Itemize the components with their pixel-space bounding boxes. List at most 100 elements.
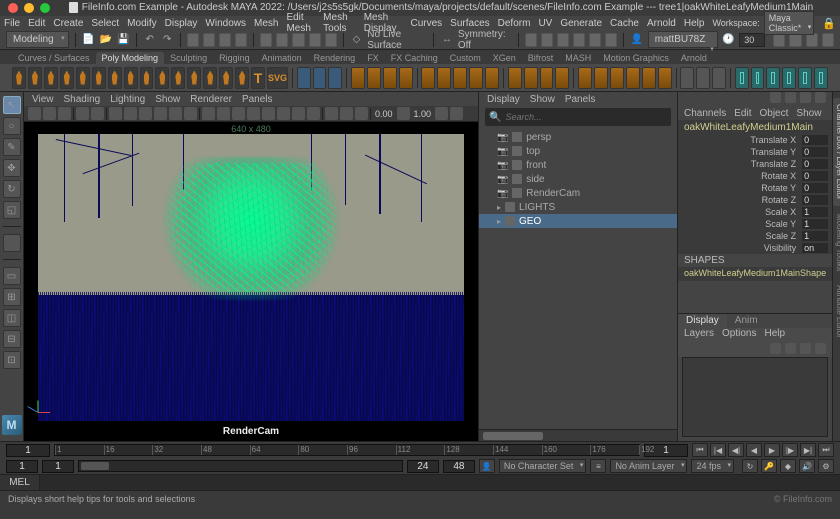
layer-tab-display[interactable]: Display: [678, 314, 727, 328]
poly-cube-icon[interactable]: [28, 67, 42, 89]
channel-node-name[interactable]: oakWhiteLeafyMedium1Main: [678, 120, 832, 134]
channel-attr-rotate-x[interactable]: Rotate X0: [678, 170, 832, 182]
create-poly-icon[interactable]: [313, 67, 327, 89]
vp-shadows-icon[interactable]: [247, 107, 260, 120]
outliner-item-front[interactable]: front: [479, 158, 677, 172]
menu-edit-mesh[interactable]: Edit Mesh: [286, 12, 315, 34]
vtab-attribute-editor[interactable]: Attribute Editor: [833, 279, 840, 344]
maximize-window-button[interactable]: [40, 3, 50, 13]
ch-menu-show[interactable]: Show: [796, 108, 821, 119]
vp-wireframe-icon[interactable]: [202, 107, 215, 120]
poly-disc-icon[interactable]: [108, 67, 122, 89]
vp-bookmarks-icon[interactable]: [43, 107, 56, 120]
history-icon-2[interactable]: [541, 33, 553, 47]
layer-tab-anim[interactable]: Anim: [727, 314, 766, 328]
shelf-tab-rig[interactable]: Rigging: [213, 52, 256, 64]
ch-icon-2[interactable]: [785, 92, 796, 103]
range-slider[interactable]: [78, 460, 403, 472]
outliner-item-top[interactable]: top: [479, 144, 677, 158]
history-icon-1[interactable]: [525, 33, 537, 47]
outliner-scrollbar[interactable]: [479, 429, 677, 441]
vp-menu-lighting[interactable]: Lighting: [110, 94, 145, 105]
step-back-button[interactable]: ◀|: [728, 443, 744, 457]
vp-menu-view[interactable]: View: [32, 94, 54, 105]
character-set-dropdown[interactable]: No Character Set: [499, 459, 587, 473]
frame-cache-input[interactable]: [739, 33, 765, 47]
smooth-icon[interactable]: [367, 67, 381, 89]
fill-hole-icon[interactable]: [485, 67, 499, 89]
playback-start-input[interactable]: [42, 460, 74, 473]
mode-dropdown[interactable]: Modeling: [6, 31, 69, 48]
go-to-end-button[interactable]: ⏭: [818, 443, 834, 457]
vp-select-camera-icon[interactable]: [28, 107, 41, 120]
mirror-icon[interactable]: [351, 67, 365, 89]
multicut-icon[interactable]: [578, 67, 592, 89]
set-key-button[interactable]: ◆: [780, 459, 796, 473]
layer-menu-help[interactable]: Help: [764, 328, 785, 341]
lasso-tool[interactable]: ○: [3, 117, 21, 135]
vp-smooth-shade-icon[interactable]: [217, 107, 230, 120]
minimize-window-button[interactable]: [24, 3, 34, 13]
shelf-tab-fxcache[interactable]: FX Caching: [385, 52, 444, 64]
last-tool[interactable]: [3, 234, 21, 252]
quad-draw-icon[interactable]: [658, 67, 672, 89]
vp-grease-icon[interactable]: [91, 107, 104, 120]
menu-edit[interactable]: Edit: [28, 18, 45, 29]
poly-sphere-icon[interactable]: [12, 67, 26, 89]
bool-union-icon[interactable]: [735, 67, 749, 89]
time-slider[interactable]: 1163248648096112128144160176192: [54, 444, 640, 456]
poly-pyramid-icon[interactable]: [140, 67, 154, 89]
sound-button[interactable]: 🔊: [799, 459, 815, 473]
menu-modify[interactable]: Modify: [127, 18, 156, 29]
menu-select[interactable]: Select: [91, 18, 119, 29]
layer-new-icon[interactable]: [770, 343, 781, 354]
menu-display[interactable]: Display: [165, 18, 198, 29]
edit-edge-icon[interactable]: [696, 67, 710, 89]
bridge-icon[interactable]: [437, 67, 451, 89]
merge-icon[interactable]: [555, 67, 569, 89]
outliner-item-geo[interactable]: GEO: [479, 214, 677, 228]
auto-key-button[interactable]: 🔑: [761, 459, 777, 473]
redo-icon[interactable]: ↷: [160, 32, 174, 48]
ch-icon-3[interactable]: [800, 92, 811, 103]
menu-cache[interactable]: Cache: [610, 18, 639, 29]
outliner-item-persp[interactable]: persp: [479, 130, 677, 144]
sweep-mesh-icon[interactable]: [297, 67, 311, 89]
poly-prism-icon[interactable]: [155, 67, 169, 89]
vp-res-gate-icon[interactable]: [139, 107, 152, 120]
shelf-tab-bifrost[interactable]: Bifrost: [522, 52, 560, 64]
shelf-tab-xgen[interactable]: XGen: [487, 52, 522, 64]
menu-arnold[interactable]: Arnold: [647, 18, 676, 29]
slide-edge-icon[interactable]: [680, 67, 694, 89]
shelf-tab-fx[interactable]: FX: [361, 52, 385, 64]
poly-torus-icon[interactable]: [76, 67, 90, 89]
shelf-tab-mash[interactable]: MASH: [559, 52, 597, 64]
go-to-start-button[interactable]: ⏮: [692, 443, 708, 457]
ch-icon-4[interactable]: [815, 92, 826, 103]
channel-attr-rotate-z[interactable]: Rotate Z0: [678, 194, 832, 206]
char-set-icon[interactable]: 👤: [479, 459, 495, 473]
current-frame-left-input[interactable]: [6, 444, 50, 457]
mel-label[interactable]: MEL: [0, 475, 40, 490]
layout-single-icon[interactable]: ▭: [3, 267, 21, 285]
vtab-modeling-toolkit[interactable]: Modeling Toolkit: [833, 208, 840, 277]
connect-icon[interactable]: [524, 67, 538, 89]
poly-soccer-icon[interactable]: [219, 67, 233, 89]
shelf-tab-curves[interactable]: Curves / Surfaces: [12, 52, 96, 64]
vp-menu-shading[interactable]: Shading: [64, 94, 101, 105]
menu-windows[interactable]: Windows: [205, 18, 246, 29]
poly-pipe-icon[interactable]: [171, 67, 185, 89]
collapse-icon[interactable]: [508, 67, 522, 89]
menu-generate[interactable]: Generate: [560, 18, 602, 29]
channel-attr-scale-z[interactable]: Scale Z1: [678, 230, 832, 242]
snap-icon-2[interactable]: [276, 33, 288, 47]
snap-icon-5[interactable]: [325, 33, 337, 47]
vp-menu-renderer[interactable]: Renderer: [190, 94, 232, 105]
step-forward-key-button[interactable]: ▶|: [800, 443, 816, 457]
anim-layer-dropdown[interactable]: No Anim Layer: [610, 459, 687, 473]
ch-menu-channels[interactable]: Channels: [684, 108, 726, 119]
snap-icon-3[interactable]: [292, 33, 304, 47]
workspace-dropdown[interactable]: Maya Classic*: [764, 11, 815, 35]
vp-view-transform-icon[interactable]: [450, 107, 463, 120]
menu-deform[interactable]: Deform: [498, 18, 531, 29]
